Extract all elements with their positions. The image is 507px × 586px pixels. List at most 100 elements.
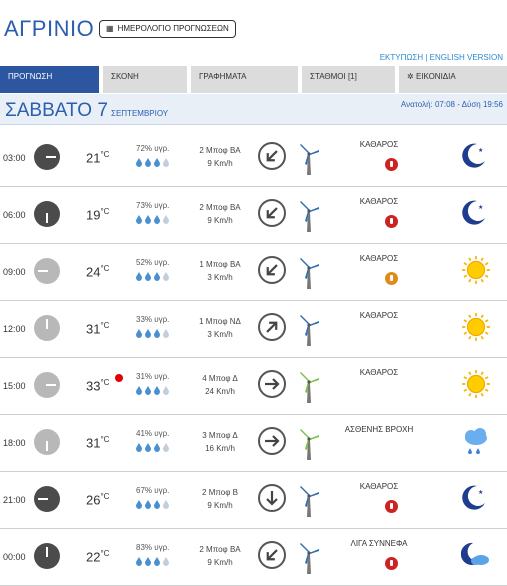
drop-icon (163, 329, 169, 338)
rain-cloud-icon (461, 426, 491, 461)
uv-index-icon (385, 158, 398, 171)
tab-dust[interactable]: ΣΚΟΝΗ (103, 66, 187, 93)
time-label: 18:00 (3, 438, 26, 448)
sunrise-sunset: Ανατολή: 07:08 - Δύση 19:56 (400, 100, 503, 109)
wind-speed: 9 Km/h (207, 159, 233, 168)
wind-turbine-icon (298, 426, 320, 465)
drop-icon (163, 386, 169, 395)
temperature-value: 31 (86, 321, 101, 337)
wind-info: 4 Μποφ Δ 24 Km/h (183, 372, 257, 398)
drop-icon (154, 557, 160, 566)
wind-info: 2 Μποφ Β 9 Km/h (183, 486, 257, 512)
forecast-row: 06:00 19°C 73% υγρ. 2 Μποφ ΒΑ 9 Km/h ΚΑΘΑΡΟΣ ★ (0, 186, 507, 244)
tab-forecast[interactable]: ΠΡΟΓΝΩΣΗ (0, 66, 99, 93)
drop-icon (136, 443, 142, 452)
wind-direction-arrow-icon (258, 427, 286, 455)
wind-beaufort: 2 Μποφ ΒΑ (199, 545, 241, 554)
temperature-value: 33 (86, 378, 101, 394)
forecast-row: 09:00 24°C 52% υγρ. 1 Μποφ ΒΑ 3 Km/h ΚΑΘΑΡΟΣ (0, 243, 507, 301)
calendar-button-label: ΗΜΕΡΟΛΟΓΙΟ ΠΡΟΓΝΩΣΕΩΝ (117, 24, 229, 33)
uv-index-icon (385, 215, 398, 228)
svg-text:★: ★ (478, 489, 483, 496)
temperature: 22°C (86, 549, 109, 564)
forecast-row: 18:00 31°C 41% υγρ. 3 Μποφ Δ 16 Km/h ΑΣΘΕΝΗΣ … (0, 414, 507, 472)
drop-icon (163, 443, 169, 452)
wind-turbine-icon (298, 255, 320, 294)
drop-icon (145, 386, 151, 395)
day-label: ΣΑΒΒΑΤΟ 7 (5, 100, 108, 121)
wind-info: 2 Μποφ ΒΑ 9 Km/h (183, 201, 257, 227)
forecast-row: 12:00 31°C 33% υγρ. 1 Μποφ ΝΔ 3 Km/h ΚΑΘΑΡΟΣ (0, 300, 507, 358)
wind-beaufort: 1 Μποφ ΒΑ (199, 260, 241, 269)
time-label: 09:00 (3, 267, 26, 277)
print-link[interactable]: ΕΚΤΥΠΩΣΗ (380, 53, 423, 62)
wind-info: 2 Μποφ ΒΑ 9 Km/h (183, 543, 257, 569)
time-label: 15:00 (3, 381, 26, 391)
temperature: 33°C (86, 378, 109, 393)
date-bar: ΣΑΒΒΑΤΟ 7 ΣΕΠΤΕΜΒΡΙΟΥ Ανατολή: 07:08 - Δ… (0, 94, 507, 125)
temperature-value: 31 (86, 435, 101, 451)
gear-icon: ✲ (407, 72, 414, 81)
drop-icon (136, 386, 142, 395)
wind-speed: 3 Km/h (207, 273, 233, 282)
drop-icon (145, 443, 151, 452)
english-version-link[interactable]: ENGLISH VERSION (430, 53, 503, 62)
drop-icon (145, 272, 151, 281)
forecast-row: 15:00 33°C 31% υγρ. 4 Μποφ Δ 24 Km/h ΚΑΘΑΡΟΣ (0, 357, 507, 415)
time-label: 03:00 (3, 153, 26, 163)
wind-direction-arrow-icon (258, 484, 286, 512)
wind-info: 3 Μποφ Δ 16 Km/h (183, 429, 257, 455)
humidity: 41% υγρ. (136, 429, 170, 438)
uv-index-icon (385, 272, 398, 285)
clock-icon (34, 201, 60, 227)
wind-turbine-icon (298, 312, 320, 351)
header-links: ΕΚΤΥΠΩΣΗ | ENGLISH VERSION (380, 53, 503, 62)
wind-info: 1 Μποφ ΒΑ 3 Km/h (183, 258, 257, 284)
wind-turbine-icon (298, 369, 320, 408)
moon-icon: ★ (461, 483, 487, 516)
wind-beaufort: 2 Μποφ Β (202, 488, 238, 497)
sky-condition: ΚΑΘΑΡΟΣ (359, 254, 399, 263)
tab-charts[interactable]: ΓΡΑΦΗΜΑΤΑ (191, 66, 298, 93)
forecast-row: 21:00 26°C 67% υγρ. 2 Μποφ Β 9 Km/h ΚΑΘΑΡΟΣ ★ (0, 471, 507, 529)
wind-speed: 9 Km/h (207, 501, 233, 510)
humidity: 72% υγρ. (136, 144, 170, 153)
tab-stations[interactable]: ΣΤΑΘΜΟΙ [1] (302, 66, 395, 93)
svg-text:★: ★ (478, 147, 483, 154)
svg-text:★: ★ (478, 204, 483, 211)
clock-center (46, 327, 48, 329)
wind-speed: 9 Km/h (207, 558, 233, 567)
wind-beaufort: 3 Μποφ Δ (202, 431, 238, 440)
uv-index-icon (385, 557, 398, 570)
humidity-drops (136, 215, 169, 224)
clock-icon (34, 144, 60, 170)
temperature-unit: °C (100, 150, 110, 159)
drop-icon (136, 272, 142, 281)
wind-direction-arrow-icon (258, 541, 286, 569)
time-label: 12:00 (3, 324, 26, 334)
wind-direction-arrow-icon (258, 370, 286, 398)
humidity-drops (136, 272, 169, 281)
drop-icon (145, 215, 151, 224)
drop-icon (145, 500, 151, 509)
wind-turbine-icon (298, 540, 320, 579)
sun-icon (461, 255, 491, 290)
drop-icon (136, 500, 142, 509)
tab-icons[interactable]: ✲ ΕΙΚΟΝΙΔΙΑ (399, 66, 507, 93)
humidity: 83% υγρ. (136, 543, 170, 552)
temperature-unit: °C (100, 264, 110, 273)
calendar-icon: ▦ (106, 24, 114, 33)
forecast-calendar-button[interactable]: ▦ ΗΜΕΡΟΛΟΓΙΟ ΠΡΟΓΝΩΣΕΩΝ (99, 20, 236, 38)
clock-center (46, 213, 48, 215)
clock-icon (34, 429, 60, 455)
clock-icon (34, 315, 60, 341)
temperature: 31°C (86, 435, 109, 450)
drop-icon (145, 557, 151, 566)
sky-condition: ΚΑΘΑΡΟΣ (359, 482, 399, 491)
wind-turbine-icon (298, 141, 320, 180)
clock-icon (34, 258, 60, 284)
wind-direction-arrow-icon (258, 256, 286, 284)
drop-icon (154, 272, 160, 281)
drop-icon (154, 386, 160, 395)
drop-icon (154, 158, 160, 167)
